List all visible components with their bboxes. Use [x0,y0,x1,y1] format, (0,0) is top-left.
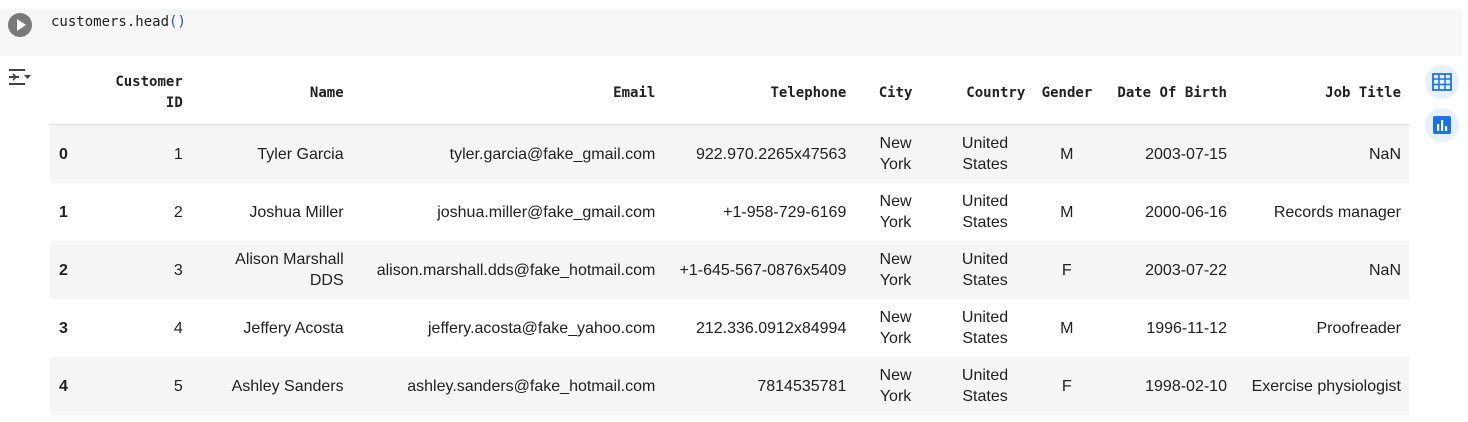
column-header: Job Title [1234,62,1409,125]
column-header: Customer ID [100,62,191,125]
table-cell: F [1061,261,1072,279]
table-row: 0 1 Tyler Garcia tyler.garcia@fake_gmail… [50,124,1409,183]
table-cell: 1996-11-12 [1146,319,1227,337]
table-cell: Alison Marshall DDS [235,251,344,289]
table-cell: 2003-07-15 [1145,145,1227,163]
table-cell: NaN [1368,145,1401,163]
table-cell: United States [961,367,1009,405]
table-cell: tyler.garcia@fake_gmail.com [449,145,656,163]
table-cell: New York [879,193,912,231]
code-line[interactable]: customers.head() [51,14,186,30]
table-cell: United States [961,309,1009,347]
column-header: Telephone [663,62,855,125]
table-cell: 1998-02-10 [1145,377,1227,395]
table-cell: 212.336.0912x84994 [695,319,847,337]
table-icon [1432,73,1452,91]
table-row: 4 5 Ashley Sanders ashley.sanders@fake_h… [50,357,1409,415]
table-row: 1 2 Joshua Miller joshua.miller@fake_gma… [50,183,1409,241]
table-cell: M [1060,145,1074,163]
run-cell-button[interactable] [8,13,32,37]
table-cell: M [1060,319,1074,337]
table-cell: F [1061,377,1072,395]
table-cell: +1-958-729-6169 [723,203,847,221]
table-cell: joshua.miller@fake_gmail.com [437,203,656,221]
table-cell: 5 [173,377,183,395]
table-cell: United States [961,251,1009,289]
table-cell: United States [961,135,1009,173]
code-cell-input[interactable] [0,9,1462,56]
column-header: City [854,62,937,125]
table-cell: Tyler Garcia [257,145,344,163]
table-cell: Proofreader [1316,319,1402,337]
table-cell: 3 [173,261,183,279]
table-cell: 4 [173,319,183,337]
table-row: 3 4 Jeffery Acosta jeffery.acosta@fake_y… [50,299,1409,357]
table-cell: Ashley Sanders [231,377,344,395]
row-index: 3 [59,319,68,337]
table-cell: 2 [173,203,183,221]
column-header: Email [351,62,664,125]
table-cell: NaN [1368,261,1401,279]
output-toggle-icon[interactable] [7,66,33,88]
table-cell: New York [879,251,912,289]
column-header: Country [936,62,1034,125]
table-cell: +1-645-567-0876x5409 [679,261,847,279]
row-index: 0 [59,145,68,163]
table-cell: Joshua Miller [249,203,344,221]
table-row: 2 3 Alison Marshall DDS alison.marshall.… [50,241,1409,299]
column-header: Name [190,62,352,125]
table-cell: Exercise physiologist [1251,377,1401,395]
table-cell: 2003-07-22 [1145,261,1227,279]
suggest-chart-button[interactable] [1425,108,1459,142]
table-cell: Records manager [1273,203,1401,221]
table-cell: United States [961,193,1009,231]
table-cell: M [1060,203,1074,221]
table-header-row: Customer ID Name Email Telephone City Co… [50,62,1409,125]
table-view-button[interactable] [1425,65,1459,99]
code-text: customers.head [51,14,170,30]
table-cell: alison.marshall.dds@fake_hotmail.com [376,261,656,279]
table-cell: New York [879,309,912,347]
table-cell: jeffery.acosta@fake_yahoo.com [427,319,656,337]
index-header [50,62,101,125]
row-index: 1 [59,203,68,221]
table-cell: 922.970.2265x47563 [695,145,847,163]
table-cell: 2000-06-16 [1145,203,1227,221]
code-parens: () [169,14,186,30]
table-cell: New York [879,367,912,405]
table-cell: 1 [173,145,183,163]
row-index: 4 [59,377,68,395]
column-header: Gender [1033,62,1101,125]
dataframe-table: Customer ID Name Email Telephone City Co… [50,62,1409,415]
bar-chart-icon [1433,116,1451,134]
row-index: 2 [59,261,68,279]
table-cell: Jeffery Acosta [243,319,344,337]
table-cell: New York [879,135,912,173]
table-cell: 7814535781 [757,377,847,395]
table-cell: ashley.sanders@fake_hotmail.com [407,377,656,395]
column-header: Date Of Birth [1100,62,1235,125]
